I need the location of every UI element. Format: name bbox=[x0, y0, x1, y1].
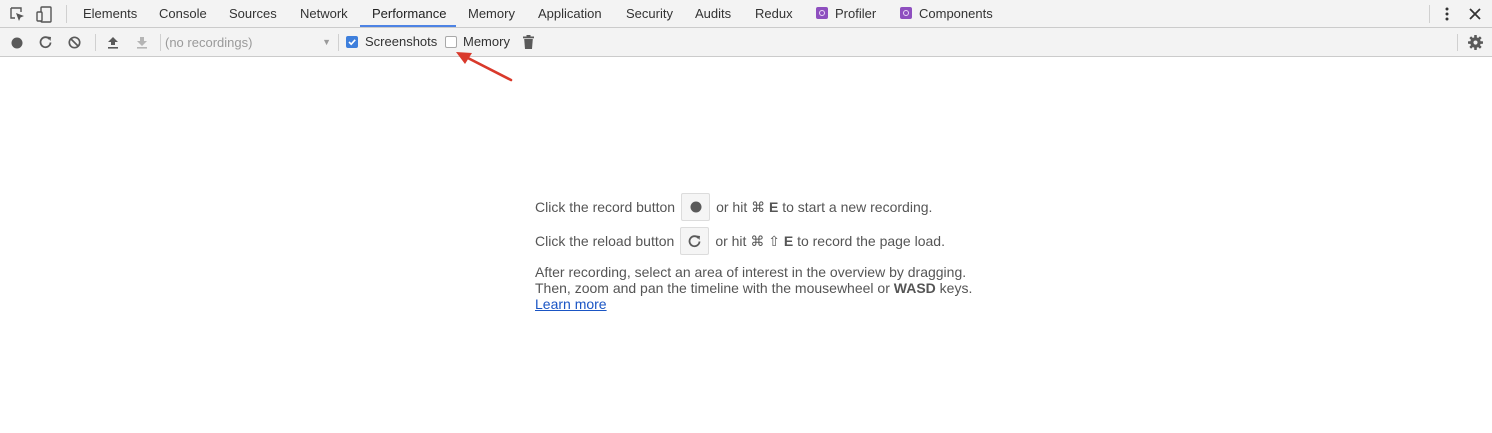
devtools-tab-bar: Elements Console Sources Network Perform… bbox=[0, 0, 1492, 28]
tab-audits[interactable]: Audits bbox=[695, 0, 731, 27]
device-toolbar-icon[interactable] bbox=[35, 5, 53, 23]
record-hint-cmd: ⌘ bbox=[751, 199, 766, 215]
save-profile-icon[interactable] bbox=[134, 35, 149, 50]
reload-hint-key: E bbox=[783, 233, 794, 249]
inline-record-button[interactable] bbox=[681, 193, 711, 221]
reload-hint-shift: ⇧ bbox=[768, 233, 780, 249]
record-hint-key: E bbox=[768, 199, 779, 215]
reload-hint-suffix: to record the page load. bbox=[797, 233, 945, 249]
memory-label: Memory bbox=[463, 34, 510, 49]
recording-select[interactable]: (no recordings) ▼ bbox=[165, 34, 333, 51]
load-profile-icon[interactable] bbox=[105, 35, 120, 50]
annotation-arrow-icon bbox=[456, 52, 513, 82]
tab-performance[interactable]: Performance bbox=[372, 0, 446, 27]
close-icon[interactable] bbox=[1468, 7, 1482, 21]
divider bbox=[1457, 34, 1458, 51]
screenshots-label: Screenshots bbox=[365, 34, 438, 49]
record-icon[interactable] bbox=[10, 36, 24, 50]
reload-icon[interactable] bbox=[38, 35, 53, 50]
more-options-icon[interactable] bbox=[1440, 6, 1454, 22]
clear-icon[interactable] bbox=[67, 35, 82, 50]
tab-memory[interactable]: Memory bbox=[468, 0, 515, 27]
garbage-collect-icon[interactable] bbox=[522, 34, 535, 50]
after-recording-line-1: After recording, select an area of inter… bbox=[535, 264, 967, 280]
tab-components[interactable]: Components bbox=[900, 0, 993, 27]
divider bbox=[160, 34, 161, 51]
tab-redux[interactable]: Redux bbox=[755, 0, 793, 27]
divider bbox=[95, 34, 96, 51]
tab-sources[interactable]: Sources bbox=[229, 0, 277, 27]
divider bbox=[338, 34, 339, 51]
reload-icon bbox=[688, 234, 701, 247]
learn-more-line: Learn more bbox=[535, 296, 607, 312]
screenshots-checkbox[interactable] bbox=[346, 36, 358, 48]
record-hint-mid: or hit bbox=[716, 199, 748, 215]
divider bbox=[1429, 5, 1430, 23]
performance-toolbar: (no recordings) ▼ Screenshots Memory bbox=[0, 28, 1492, 57]
tab-network[interactable]: Network bbox=[300, 0, 348, 27]
tab-components-label: Components bbox=[919, 6, 993, 21]
record-icon bbox=[690, 201, 702, 213]
divider bbox=[66, 5, 67, 23]
after-line2-prefix: Then, zoom and pan the timeline with the… bbox=[535, 280, 890, 296]
memory-checkbox[interactable] bbox=[445, 36, 457, 48]
tab-console[interactable]: Console bbox=[159, 0, 207, 27]
settings-gear-icon[interactable] bbox=[1467, 34, 1484, 51]
reload-hint-cmd: ⌘ bbox=[750, 233, 765, 249]
reload-hint-mid: or hit bbox=[715, 233, 747, 249]
react-icon bbox=[900, 7, 912, 19]
after-line2-keys: WASD bbox=[893, 280, 936, 296]
recording-select-value: (no recordings) bbox=[165, 35, 253, 50]
record-hint-prefix: Click the record button bbox=[535, 199, 676, 215]
tab-elements[interactable]: Elements bbox=[83, 0, 137, 27]
active-tab-indicator bbox=[360, 25, 456, 27]
inline-reload-button[interactable] bbox=[680, 227, 710, 255]
dropdown-arrow-icon: ▼ bbox=[322, 37, 331, 47]
inspect-element-icon[interactable] bbox=[9, 6, 25, 22]
react-icon bbox=[816, 7, 828, 19]
after-recording-line-2: Then, zoom and pan the timeline with the… bbox=[535, 280, 972, 296]
record-hint-suffix: to start a new recording. bbox=[782, 199, 933, 215]
reload-hint: Click the reload button or hit ⌘ ⇧ E to … bbox=[535, 227, 945, 255]
learn-more-link[interactable]: Learn more bbox=[535, 296, 607, 312]
tab-application[interactable]: Application bbox=[538, 0, 602, 27]
tab-profiler-label: Profiler bbox=[835, 6, 877, 21]
tab-profiler[interactable]: Profiler bbox=[816, 0, 876, 27]
after-line2-suffix: keys. bbox=[939, 280, 973, 296]
record-hint: Click the record button or hit ⌘ E to st… bbox=[535, 193, 932, 221]
tab-security[interactable]: Security bbox=[626, 0, 673, 27]
reload-hint-prefix: Click the reload button bbox=[535, 233, 675, 249]
